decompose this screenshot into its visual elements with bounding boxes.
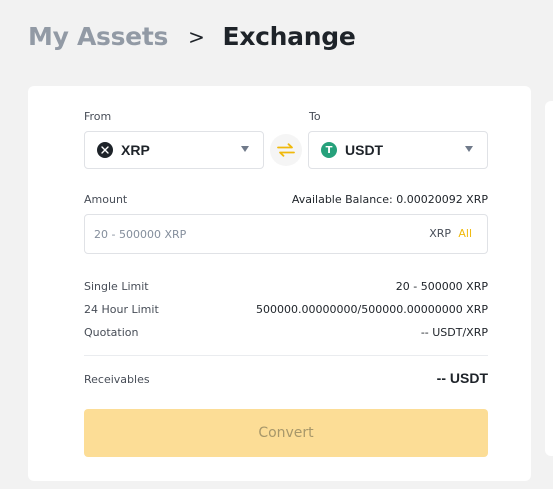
swap-button[interactable] bbox=[270, 134, 302, 166]
hour-limit-value: 500000.00000000/500000.00000000 XRP bbox=[256, 303, 488, 316]
receivables-label: Receivables bbox=[84, 373, 150, 386]
hour-limit-label: 24 Hour Limit bbox=[84, 303, 159, 316]
tether-icon: T bbox=[321, 142, 337, 158]
all-button[interactable]: All bbox=[458, 227, 472, 240]
breadcrumb-my-assets-link[interactable]: My Assets bbox=[28, 22, 168, 51]
swap-arrows-icon bbox=[277, 143, 295, 157]
single-limit-label: Single Limit bbox=[84, 280, 149, 293]
breadcrumb: My Assets > Exchange bbox=[28, 22, 356, 51]
convert-button[interactable]: Convert bbox=[84, 409, 488, 457]
breadcrumb-separator: > bbox=[188, 24, 205, 49]
receivables-value: -- USDT bbox=[436, 370, 488, 386]
amount-input[interactable] bbox=[94, 215, 404, 253]
xrp-icon bbox=[97, 142, 113, 158]
page-title: Exchange bbox=[222, 22, 356, 51]
divider bbox=[84, 355, 488, 356]
from-coin-select[interactable]: XRP bbox=[84, 131, 264, 169]
to-label: To bbox=[309, 110, 321, 123]
from-coin-name: XRP bbox=[121, 142, 150, 158]
quotation-value: -- USDT/XRP bbox=[420, 326, 488, 339]
chevron-down-icon bbox=[465, 146, 473, 152]
to-coin-name: USDT bbox=[345, 142, 384, 158]
amount-field[interactable]: XRP All bbox=[84, 214, 488, 254]
available-balance: Available Balance: 0.00020092 XRP bbox=[291, 193, 488, 206]
amount-label: Amount bbox=[84, 193, 128, 206]
side-panel bbox=[545, 101, 553, 456]
chevron-down-icon bbox=[241, 146, 249, 152]
quotation-label: Quotation bbox=[84, 326, 139, 339]
from-label: From bbox=[84, 110, 112, 123]
to-coin-select[interactable]: T USDT bbox=[308, 131, 488, 169]
amount-unit: XRP bbox=[429, 227, 451, 240]
single-limit-value: 20 - 500000 XRP bbox=[395, 280, 488, 293]
